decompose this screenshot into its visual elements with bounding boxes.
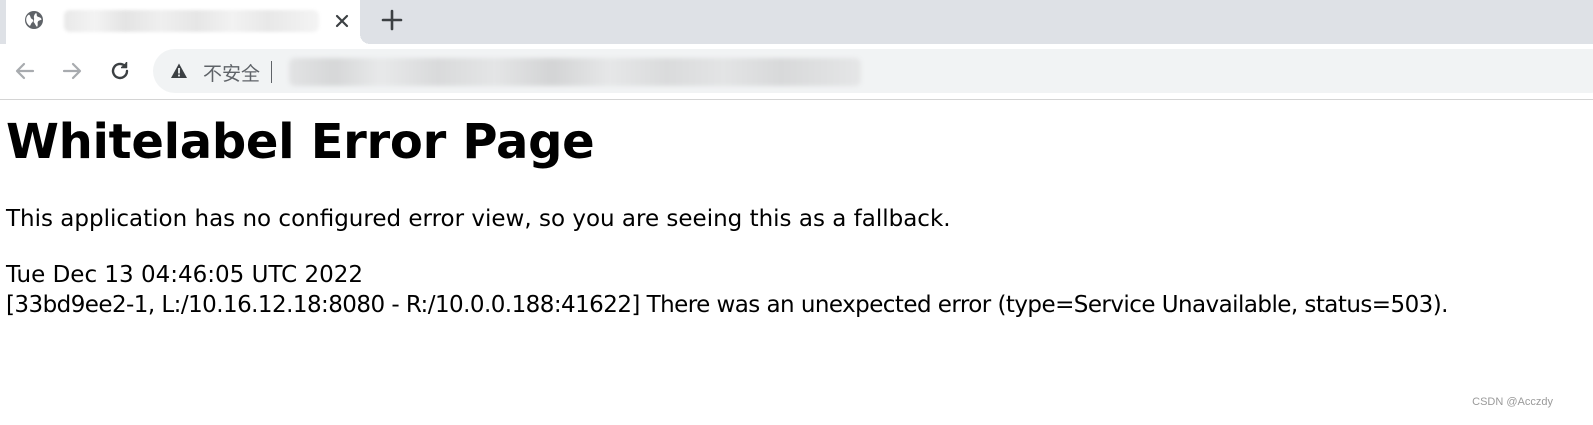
tab-title: [64, 10, 319, 32]
browser-tab[interactable]: [6, 0, 370, 44]
arrow-right-icon: [62, 62, 82, 80]
close-tab-button[interactable]: [329, 8, 355, 34]
warning-icon[interactable]: [170, 62, 188, 80]
url-separator: [271, 61, 272, 83]
error-description: This application has no configured error…: [6, 206, 951, 232]
error-timestamp: Tue Dec 13 04:46:05 UTC 2022: [6, 262, 364, 288]
arrow-left-icon: [15, 62, 35, 80]
reload-button[interactable]: [106, 57, 134, 85]
back-button[interactable]: [11, 57, 39, 85]
globe-icon: [24, 10, 44, 30]
browser-toolbar: 不安全: [0, 44, 1593, 100]
security-status-label[interactable]: 不安全: [203, 59, 260, 86]
error-detail: [33bd9ee2-1, L:/10.16.12.18:8080 - R:/10…: [6, 292, 1448, 318]
address-bar[interactable]: 不安全: [153, 49, 1593, 93]
new-tab-button[interactable]: [377, 5, 407, 35]
page-title: Whitelabel Error Page: [6, 114, 595, 170]
close-icon: [335, 14, 349, 28]
url-text[interactable]: [289, 58, 861, 86]
tab-strip: [0, 0, 1593, 44]
plus-icon: [381, 9, 403, 31]
reload-icon: [111, 62, 129, 80]
forward-button[interactable]: [58, 57, 86, 85]
watermark: CSDN @Acczdy: [1472, 396, 1553, 408]
